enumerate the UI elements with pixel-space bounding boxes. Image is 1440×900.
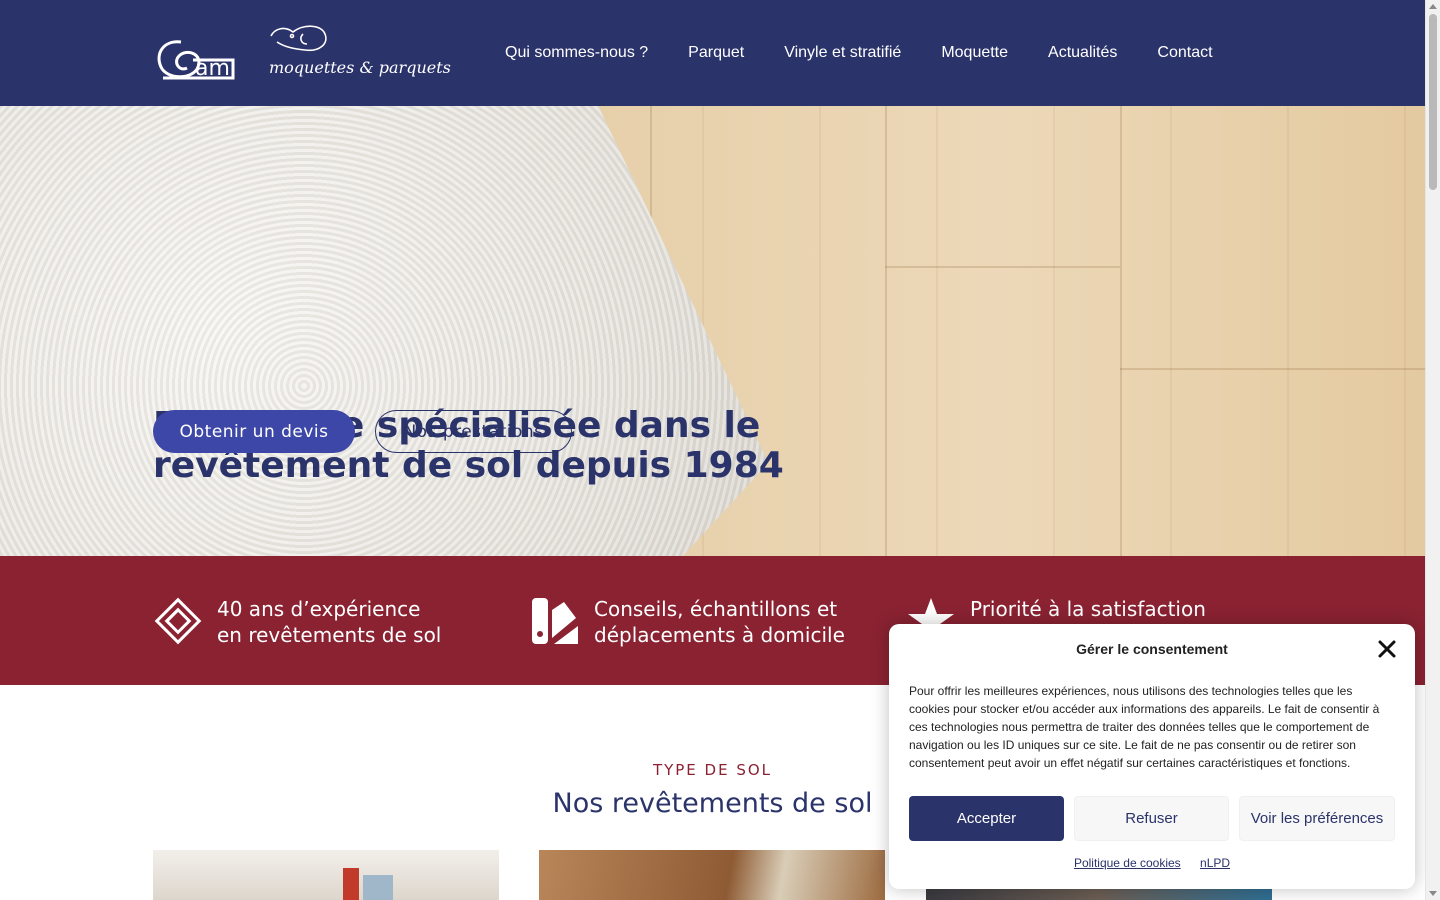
floor-card-image[interactable] (539, 850, 885, 900)
scrollbar-thumb[interactable] (1429, 14, 1437, 190)
feature-line: déplacements à domicile (594, 623, 845, 647)
accept-button[interactable]: Accepter (909, 796, 1064, 841)
get-quote-button[interactable]: Obtenir un devis (153, 410, 355, 453)
scroll-down-icon[interactable] (1429, 891, 1437, 896)
feature-item-advice: Conseils, échantillons et déplacements à… (530, 596, 845, 648)
consent-links: Politique de cookies nLPD (889, 856, 1415, 870)
feature-line: en revêtements de sol (217, 623, 442, 647)
feature-line: Conseils, échantillons et (594, 597, 838, 621)
card-image-detail (343, 868, 359, 900)
plank-seam (885, 106, 887, 556)
site-logo[interactable]: am moquettes & parquets (153, 22, 451, 84)
nav-item-parquet[interactable]: Parquet (688, 44, 744, 62)
page-scrollbar[interactable] (1425, 0, 1440, 900)
consent-title: Gérer le consentement (1076, 641, 1228, 657)
close-icon[interactable] (1377, 639, 1397, 659)
nav-item-qui-sommes-nous[interactable]: Qui sommes-nous ? (505, 44, 648, 62)
svg-text:am: am (195, 56, 230, 81)
swatch-palette-icon (532, 598, 578, 644)
site-header: am moquettes & parquets Qui sommes-nous … (0, 0, 1425, 106)
feature-line: 40 ans d’expérience (217, 597, 421, 621)
our-services-button[interactable]: Nos prestations (375, 410, 572, 453)
feature-item-experience: 40 ans d’expérience en revêtements de so… (153, 596, 441, 648)
nlpd-link[interactable]: nLPD (1200, 856, 1230, 870)
logo-text: moquettes & parquets (269, 58, 451, 77)
plank-seam (1120, 106, 1122, 556)
hero-section: Entreprise spécialisée dans le revêtemen… (0, 106, 1425, 556)
feature-line: Priorité à la satisfaction (970, 597, 1206, 621)
plank-seam (1120, 368, 1425, 370)
scroll-up-icon[interactable] (1429, 4, 1437, 9)
preferences-button[interactable]: Voir les préférences (1239, 796, 1395, 841)
refuse-button[interactable]: Refuser (1074, 796, 1229, 841)
consent-body: Pour offrir les meilleures expériences, … (909, 684, 1380, 770)
main-nav: Qui sommes-nous ? Parquet Vinyle et stra… (505, 44, 1213, 62)
nav-item-moquette[interactable]: Moquette (941, 44, 1008, 62)
nav-item-contact[interactable]: Contact (1157, 44, 1212, 62)
diamond-tile-icon (154, 597, 202, 645)
card-image-detail (363, 875, 393, 900)
cookie-consent-dialog: Gérer le consentement Pour offrir les me… (889, 624, 1415, 889)
nav-item-vinyle-stratifie[interactable]: Vinyle et stratifié (784, 44, 901, 62)
plank-seam (885, 266, 1120, 268)
hero-rug-image (0, 106, 769, 556)
cookie-policy-link[interactable]: Politique de cookies (1074, 856, 1181, 870)
floor-card-image[interactable] (153, 850, 499, 900)
nav-item-actualites[interactable]: Actualités (1048, 44, 1117, 62)
